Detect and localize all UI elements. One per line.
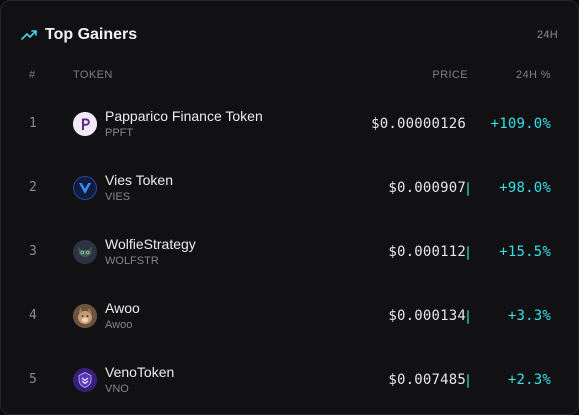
token-price: $0.000907 bbox=[388, 180, 466, 196]
token-name: Awoo bbox=[105, 300, 140, 316]
price-indicator bbox=[467, 246, 469, 260]
token-price: $0.000112 bbox=[388, 244, 466, 260]
panel-header: Top Gainers 24H bbox=[21, 23, 558, 47]
token-rank: 2 bbox=[29, 180, 37, 195]
token-symbol: WOLFSTR bbox=[105, 255, 159, 267]
panel-title: Top Gainers bbox=[45, 26, 138, 43]
column-headers: # TOKEN PRICE 24H % bbox=[1, 69, 578, 85]
token-row[interactable]: 3 WolfieStrategy WOLFSTR $0.000112 +15.5… bbox=[1, 220, 578, 284]
token-price: $0.000134 bbox=[388, 308, 466, 324]
token-row[interactable]: 1 Papparico Finance Token PPFT $0.000001… bbox=[1, 92, 578, 156]
token-symbol: Awoo bbox=[105, 319, 133, 331]
price-indicator bbox=[467, 182, 469, 196]
token-change: +15.5% bbox=[499, 244, 551, 260]
column-header-token: TOKEN bbox=[73, 69, 113, 81]
token-symbol: PPFT bbox=[105, 127, 134, 139]
token-name: Vies Token bbox=[105, 172, 173, 188]
token-symbol: VNO bbox=[105, 383, 129, 395]
token-price: $0.00000126 bbox=[371, 116, 466, 132]
trending-up-icon bbox=[21, 27, 37, 43]
token-symbol: VIES bbox=[105, 191, 131, 203]
token-price: $0.007485 bbox=[388, 372, 466, 388]
papparico-logo-icon bbox=[73, 112, 97, 136]
token-rank: 1 bbox=[29, 116, 37, 131]
token-change: +109.0% bbox=[490, 116, 551, 132]
token-change: +3.3% bbox=[507, 308, 551, 324]
price-indicator bbox=[467, 310, 469, 324]
veno-logo-icon bbox=[73, 368, 97, 392]
token-change: +98.0% bbox=[499, 180, 551, 196]
column-header-change[interactable]: 24H % bbox=[516, 69, 551, 81]
token-row[interactable]: 5 VenoToken VNO $0.007485 +2.3% bbox=[1, 348, 578, 412]
awoo-logo-icon bbox=[73, 304, 97, 328]
token-name: VenoToken bbox=[105, 364, 175, 380]
token-rank: 5 bbox=[29, 372, 37, 387]
token-row[interactable]: 2 Vies Token VIES $0.000907 +98.0% bbox=[1, 156, 578, 220]
token-name: WolfieStrategy bbox=[105, 236, 196, 252]
token-row[interactable]: 4 Awoo Awoo $0.000134 +3.3% bbox=[1, 284, 578, 348]
top-gainers-panel: Top Gainers 24H # TOKEN PRICE 24H % 1 Pa… bbox=[0, 0, 579, 415]
price-indicator bbox=[467, 374, 469, 388]
column-header-rank: # bbox=[29, 69, 36, 81]
wolfie-logo-icon bbox=[73, 240, 97, 264]
vies-logo-icon bbox=[73, 176, 97, 200]
token-rank: 3 bbox=[29, 244, 37, 259]
token-change: +2.3% bbox=[507, 372, 551, 388]
token-rank: 4 bbox=[29, 308, 37, 323]
token-name: Papparico Finance Token bbox=[105, 108, 263, 124]
column-header-price[interactable]: PRICE bbox=[432, 69, 468, 81]
token-list: 1 Papparico Finance Token PPFT $0.000001… bbox=[1, 92, 578, 412]
period-label: 24H bbox=[536, 29, 558, 41]
